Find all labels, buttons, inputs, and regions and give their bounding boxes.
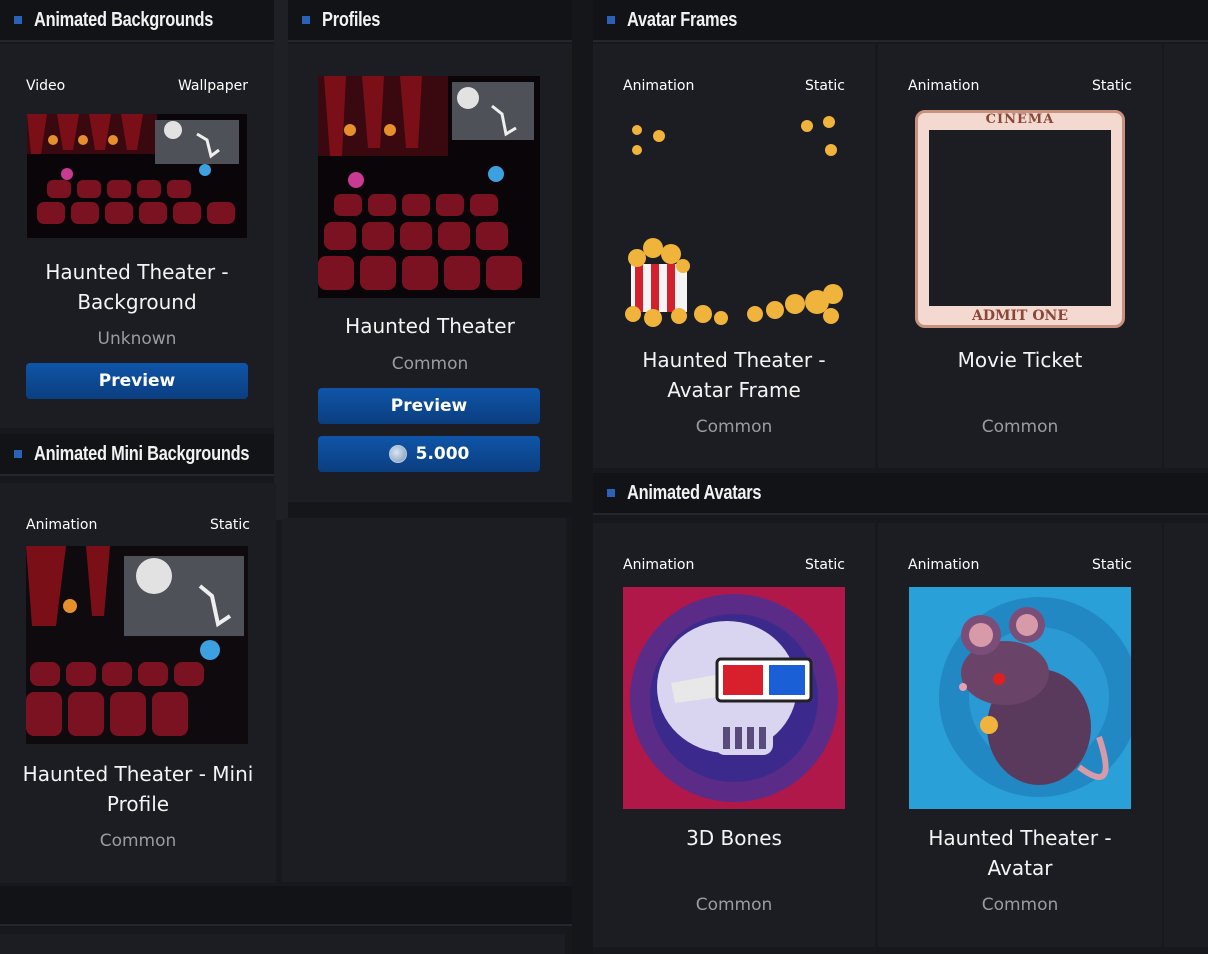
tag-animation: Animation <box>26 517 98 533</box>
empty-card <box>282 518 566 882</box>
item-card-mini-profile[interactable]: Animation Static Haunted Theater - Mini … <box>0 483 276 883</box>
buy-points-button[interactable]: 5.000 <box>318 436 540 472</box>
item-card-profile[interactable]: Haunted Theater Common Preview 5.000 <box>288 44 572 502</box>
ticket-bottom-label: ADMIT ONE <box>971 308 1068 324</box>
theater-background-thumbnail[interactable] <box>27 114 247 238</box>
bullet-icon <box>302 16 310 24</box>
points-coin-icon <box>388 445 407 463</box>
section-header-animated-mini-backgrounds: Animated Mini Backgrounds <box>0 434 274 476</box>
section-title: Animated Avatars <box>627 481 762 504</box>
item-name: Haunted Theater - Avatar Frame <box>642 348 826 402</box>
item-tags: Video Wallpaper <box>26 78 248 94</box>
item-rarity: Common <box>695 417 773 437</box>
item-tags: Animation Static <box>623 557 845 573</box>
section-header-avatar-frames: Avatar Frames <box>593 0 1208 42</box>
item-card-avatar-frame-ticket[interactable]: Animation Static CINEMA ADMIT ONE Movie … <box>878 44 1162 468</box>
empty-card <box>1164 523 1208 947</box>
empty-card <box>1164 44 1208 468</box>
tag-animation: Animation <box>623 557 695 573</box>
rat-avatar-thumbnail[interactable] <box>909 587 1131 809</box>
item-name: Haunted Theater - Avatar <box>928 826 1112 880</box>
skull-avatar-thumbnail[interactable] <box>623 587 845 809</box>
divider <box>274 0 288 520</box>
item-name: Haunted Theater - Background <box>45 260 229 314</box>
divider <box>288 503 572 517</box>
item-card-avatar-3d-bones[interactable]: Animation Static 3D Bones Common <box>593 523 875 947</box>
item-rarity: Common <box>695 895 773 915</box>
item-name: 3D Bones <box>686 826 782 850</box>
tag-wallpaper: Wallpaper <box>177 78 248 94</box>
section-title: Animated Backgrounds <box>34 8 214 31</box>
tag-static: Static <box>804 557 845 573</box>
item-card-background[interactable]: Video Wallpaper Haunted Theater - Backgr… <box>0 44 274 428</box>
item-rarity: Common <box>981 417 1059 437</box>
section-title: Animated Mini Backgrounds <box>34 442 250 465</box>
bullet-icon <box>607 489 615 497</box>
item-tags: Animation Static <box>908 78 1132 94</box>
tag-animation: Animation <box>908 557 980 573</box>
price-label: 5.000 <box>415 444 470 464</box>
item-tags: Animation Static <box>908 557 1132 573</box>
item-tags: Animation Static <box>623 78 845 94</box>
item-rarity: Unknown <box>97 329 177 349</box>
item-rarity: Common <box>99 831 177 851</box>
tag-animation: Animation <box>908 78 980 94</box>
tag-animation: Animation <box>623 78 695 94</box>
popcorn-frame-thumbnail[interactable] <box>623 108 845 330</box>
tag-static: Static <box>1091 557 1132 573</box>
section-title: Profiles <box>322 8 381 31</box>
preview-button[interactable]: Preview <box>26 363 248 399</box>
movie-ticket-frame-thumbnail[interactable]: CINEMA ADMIT ONE <box>909 108 1131 330</box>
item-tags: Animation Static <box>26 517 250 533</box>
item-card-avatar-frame-haunted[interactable]: Animation Static Haunted Theater - Avata… <box>593 44 875 468</box>
divider <box>572 0 593 954</box>
item-rarity: Common <box>981 895 1059 915</box>
theater-mini-profile-thumbnail[interactable] <box>26 546 248 744</box>
theater-profile-thumbnail[interactable] <box>318 76 540 298</box>
item-card-avatar-haunted[interactable]: Animation Static Haunted Theater - Avata… <box>878 523 1162 947</box>
section-header-profiles: Profiles <box>288 0 572 42</box>
tag-static: Static <box>1091 78 1132 94</box>
section-header-animated-avatars: Animated Avatars <box>593 473 1208 515</box>
bullet-icon <box>607 16 615 24</box>
tag-static: Static <box>804 78 845 94</box>
item-name: Movie Ticket <box>957 348 1083 372</box>
section-title: Avatar Frames <box>627 8 738 31</box>
section-header-animated-backgrounds: Animated Backgrounds <box>0 0 274 42</box>
item-name: Haunted Theater <box>345 314 515 338</box>
ticket-top-label: CINEMA <box>985 112 1055 127</box>
empty-card <box>0 934 565 954</box>
item-name: Haunted Theater - Mini Profile <box>22 762 254 816</box>
preview-button[interactable]: Preview <box>318 388 540 424</box>
bullet-icon <box>14 450 22 458</box>
bullet-icon <box>14 16 22 24</box>
section-header-empty <box>0 886 572 926</box>
item-rarity: Common <box>391 354 469 374</box>
tag-video: Video <box>26 78 66 94</box>
tag-static: Static <box>209 517 250 533</box>
